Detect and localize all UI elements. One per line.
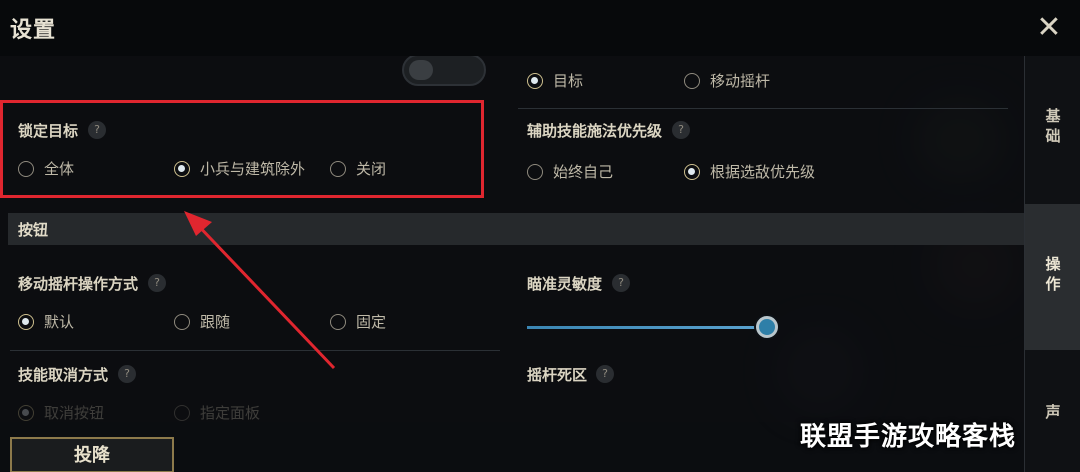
radio-dot — [330, 313, 346, 330]
radio-label: 跟随 — [200, 313, 231, 331]
radio-label: 始终自己 — [553, 163, 614, 181]
tab-label: 基础 — [1045, 107, 1061, 145]
skill-cancel-label: 技能取消方式 — [18, 366, 109, 384]
help-icon[interactable]: ? — [612, 274, 630, 292]
aim-sensitivity-label: 瞄准灵敏度 — [527, 275, 603, 293]
radio-dot — [684, 163, 700, 180]
radio-joystick-fixed[interactable]: 固定 — [330, 311, 386, 332]
annotation-highlight-box — [0, 100, 484, 198]
tab-sound[interactable]: 声 — [1025, 402, 1080, 442]
radio-label: 默认 — [44, 313, 75, 331]
help-icon[interactable]: ? — [88, 121, 106, 139]
tab-basic[interactable]: 基础 — [1025, 106, 1080, 166]
settings-header: 设置 ✕ — [0, 0, 1080, 56]
slider-track — [527, 326, 763, 329]
slider-thumb[interactable] — [756, 316, 778, 338]
tab-label: 操作 — [1045, 255, 1061, 293]
section-header-buttons: 按钮 — [8, 213, 1024, 245]
aim-sensitivity-slider[interactable] — [527, 315, 778, 341]
radio-move-joystick[interactable]: 移动摇杆 — [684, 70, 770, 91]
assist-priority-label: 辅助技能施法优先级 — [527, 122, 663, 140]
radio-label: 根据选敌优先级 — [710, 163, 816, 181]
radio-lock-all[interactable]: 全体 — [18, 158, 74, 179]
radio-dot — [18, 160, 34, 177]
radio-cancel-panel[interactable]: 指定面板 — [174, 402, 260, 422]
help-icon[interactable]: ? — [596, 365, 614, 383]
radio-target[interactable]: 目标 — [527, 70, 583, 91]
radio-label: 指定面板 — [200, 404, 261, 422]
toggle-switch[interactable] — [402, 56, 486, 86]
radio-dot — [18, 404, 34, 421]
radio-label: 全体 — [44, 160, 75, 178]
settings-panel: 目标 移动摇杆 锁定目标 ? 全体 小兵与建筑除外 关闭 辅助技能施法优先级 ?… — [0, 56, 1024, 422]
radio-lock-except-minions[interactable]: 小兵与建筑除外 — [174, 158, 305, 179]
lock-target-label: 锁定目标 — [18, 122, 79, 140]
radio-label: 移动摇杆 — [710, 72, 771, 90]
radio-dot — [527, 72, 543, 89]
radio-dot — [174, 404, 190, 421]
help-icon[interactable]: ? — [118, 365, 136, 383]
radio-dot — [527, 163, 543, 180]
radio-by-target-priority[interactable]: 根据选敌优先级 — [684, 161, 815, 182]
radio-lock-off[interactable]: 关闭 — [330, 158, 386, 179]
help-icon[interactable]: ? — [672, 121, 690, 139]
radio-label: 固定 — [356, 313, 387, 331]
radio-dot — [330, 160, 346, 177]
joystick-deadzone-label: 摇杆死区 — [527, 366, 588, 384]
close-icon[interactable]: ✕ — [1034, 11, 1064, 45]
watermark-text: 联盟手游攻略客栈 — [800, 422, 1017, 452]
page-title: 设置 — [10, 18, 57, 43]
tab-operation[interactable]: 操作 — [1025, 204, 1080, 350]
divider — [518, 108, 1008, 109]
radio-dot — [684, 72, 700, 89]
divider — [10, 350, 500, 351]
radio-cancel-button[interactable]: 取消按钮 — [18, 402, 104, 422]
radio-dot — [174, 160, 190, 177]
section-title: 按钮 — [18, 221, 49, 239]
radio-label: 小兵与建筑除外 — [200, 160, 306, 178]
radio-joystick-default[interactable]: 默认 — [18, 311, 74, 332]
joystick-mode-label: 移动摇杆操作方式 — [18, 275, 139, 293]
radio-joystick-follow[interactable]: 跟随 — [174, 311, 230, 332]
radio-dot — [174, 313, 190, 330]
radio-dot — [18, 313, 34, 330]
radio-label: 关闭 — [356, 160, 387, 178]
surrender-button[interactable]: 投降 — [10, 437, 174, 472]
toggle-knob — [409, 60, 433, 80]
radio-label: 取消按钮 — [44, 404, 105, 422]
radio-always-self[interactable]: 始终自己 — [527, 161, 613, 182]
side-tab-bar: 基础 操作 声 — [1024, 56, 1080, 472]
radio-label: 目标 — [553, 72, 584, 90]
tab-label: 声 — [1045, 403, 1061, 421]
help-icon[interactable]: ? — [148, 274, 166, 292]
